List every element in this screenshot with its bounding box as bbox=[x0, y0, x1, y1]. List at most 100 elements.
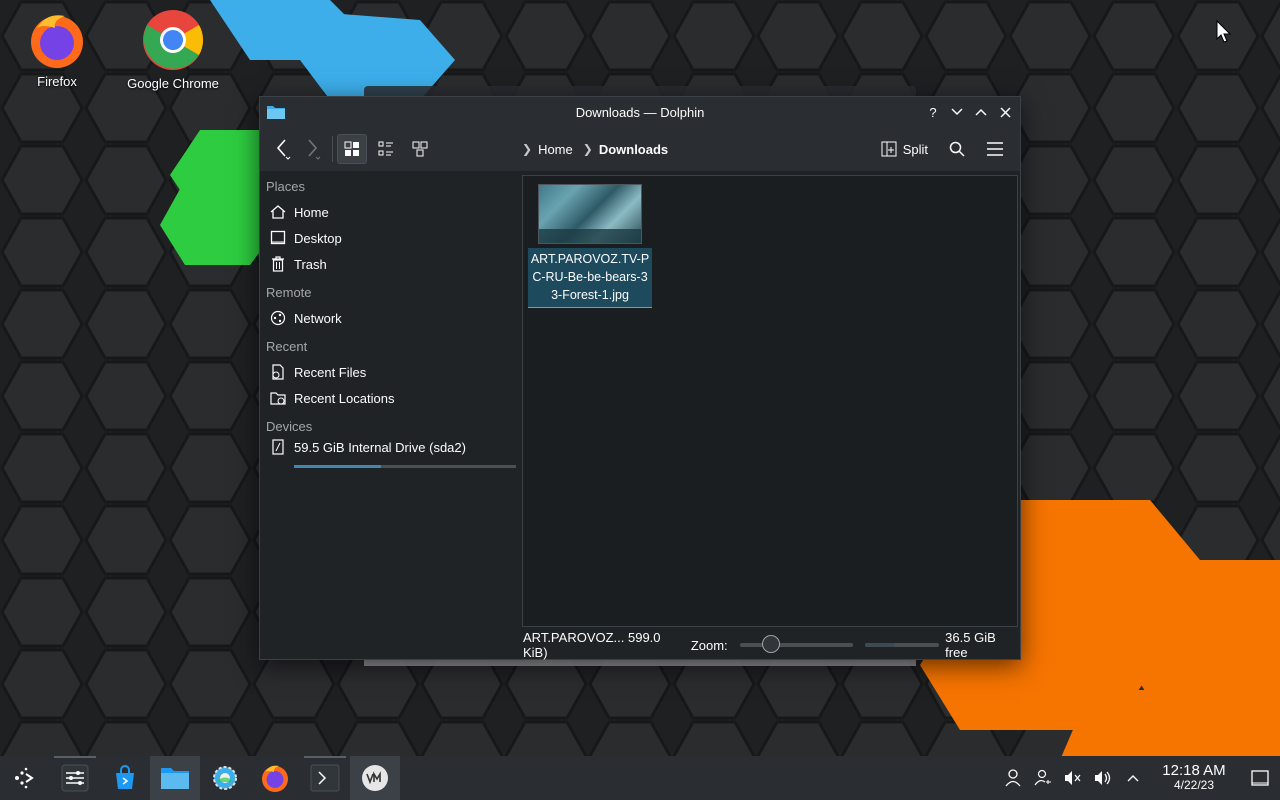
hamburger-menu-icon bbox=[987, 142, 1003, 156]
desktop-icon-firefox[interactable]: Firefox bbox=[2, 10, 112, 89]
chevron-right-icon bbox=[308, 139, 321, 160]
forward-button[interactable] bbox=[298, 134, 328, 164]
split-icon bbox=[881, 141, 897, 157]
titlebar[interactable]: Downloads — Dolphin ? bbox=[260, 97, 1020, 127]
tray-audio-muted[interactable] bbox=[1058, 756, 1088, 800]
chevron-left-icon bbox=[276, 139, 291, 160]
close-icon bbox=[999, 106, 1011, 118]
show-desktop-button[interactable] bbox=[1240, 756, 1280, 800]
vm-icon bbox=[362, 765, 388, 791]
places-item-label: Recent Locations bbox=[294, 390, 395, 406]
places-item-trash[interactable]: Trash bbox=[266, 251, 516, 277]
tray-volume[interactable] bbox=[1088, 756, 1118, 800]
taskbar-firefox[interactable] bbox=[250, 756, 300, 800]
drive-usage-bar bbox=[294, 465, 516, 468]
recent-locations-icon bbox=[270, 392, 286, 405]
tray-user-switch[interactable] bbox=[1028, 756, 1058, 800]
system-tray: 12:18 AM 4/22/23 bbox=[998, 756, 1280, 800]
minimize-button[interactable] bbox=[946, 101, 968, 123]
places-item-recent-locations[interactable]: Recent Locations bbox=[266, 385, 516, 411]
selection-info: ART.PAROVOZ... 599.0 KiB) bbox=[523, 630, 661, 660]
firefox-icon bbox=[31, 15, 83, 68]
zoom-label: Zoom: bbox=[690, 637, 728, 653]
places-item-home[interactable]: Home bbox=[266, 199, 516, 225]
places-section-title: Remote bbox=[266, 285, 312, 300]
application-launcher-icon bbox=[15, 767, 34, 789]
maximize-button[interactable] bbox=[970, 101, 992, 123]
free-space-bar bbox=[864, 643, 940, 647]
places-section-title: Places bbox=[266, 179, 306, 194]
clock[interactable]: 12:18 AM 4/22/23 bbox=[1154, 763, 1234, 793]
taskbar-dolphin[interactable] bbox=[150, 756, 200, 800]
taskbar-discover[interactable] bbox=[100, 756, 150, 800]
tray-expand-icon bbox=[1127, 775, 1139, 782]
firefox-icon bbox=[262, 765, 288, 792]
taskbar-konsole[interactable] bbox=[300, 756, 350, 800]
taskbar-vm[interactable] bbox=[350, 756, 400, 800]
discover-store-icon bbox=[116, 765, 134, 789]
places-section-title: Recent bbox=[266, 339, 308, 354]
places-panel: Places Home Desktop Trash Remote Network… bbox=[260, 171, 522, 631]
places-item-recent-files[interactable]: Recent Files bbox=[266, 359, 516, 385]
places-item-desktop[interactable]: Desktop bbox=[266, 225, 516, 251]
drive-icon bbox=[272, 439, 284, 455]
zoom-slider[interactable] bbox=[739, 635, 853, 653]
taskbar-system-settings[interactable] bbox=[50, 756, 100, 800]
details-view-button[interactable] bbox=[405, 134, 435, 164]
dolphin-window: Downloads — Dolphin ? ❯ Home ❯ Downloads… bbox=[259, 96, 1021, 660]
search-button[interactable] bbox=[942, 134, 972, 164]
places-item-label: Desktop bbox=[294, 230, 342, 246]
file-item[interactable]: ART.PAROVOZ.TV-PC-RU-Be-be-bears-33-Fore… bbox=[528, 184, 652, 308]
back-button[interactable] bbox=[268, 134, 298, 164]
split-label: Split bbox=[902, 141, 928, 157]
breadcrumb-item-home[interactable]: Home bbox=[538, 142, 573, 157]
home-icon bbox=[270, 205, 286, 219]
file-thumbnail bbox=[538, 184, 642, 244]
tray-user[interactable] bbox=[998, 756, 1028, 800]
places-item-internal-drive[interactable]: 59.5 GiB Internal Drive (sda2) bbox=[266, 439, 516, 469]
folder-icon bbox=[267, 106, 285, 119]
places-item-label: 59.5 GiB Internal Drive (sda2) bbox=[294, 439, 466, 455]
taskbar: 12:18 AM 4/22/23 bbox=[0, 756, 1280, 800]
icons-view-icon bbox=[344, 141, 359, 156]
tray-expand-button[interactable] bbox=[1118, 756, 1148, 800]
window-title: Downloads — Dolphin bbox=[575, 104, 705, 120]
application-launcher-button[interactable] bbox=[0, 756, 50, 800]
compact-view-icon bbox=[378, 141, 393, 156]
network-icon bbox=[270, 310, 286, 326]
icons-view-button[interactable] bbox=[337, 134, 367, 164]
help-button[interactable]: ? bbox=[922, 101, 944, 123]
desktop-icon-chrome[interactable]: Google Chrome bbox=[118, 8, 228, 91]
close-button[interactable] bbox=[994, 101, 1016, 123]
split-button[interactable]: Split bbox=[875, 134, 934, 164]
show-desktop-icon bbox=[1251, 770, 1269, 786]
settings-gear-icon bbox=[213, 766, 237, 790]
chrome-icon bbox=[143, 10, 204, 70]
maximize-icon bbox=[975, 108, 987, 116]
zoom-slider-handle[interactable] bbox=[761, 635, 780, 653]
desktop-icon-label: Firefox bbox=[37, 74, 77, 89]
desktop-icon bbox=[270, 230, 286, 245]
recent-files-icon bbox=[272, 364, 284, 380]
taskbar-settings[interactable] bbox=[200, 756, 250, 800]
search-icon bbox=[949, 141, 965, 157]
compact-view-button[interactable] bbox=[371, 134, 401, 164]
system-settings-icon bbox=[61, 764, 89, 792]
dolphin-icon bbox=[161, 768, 189, 789]
user-switch-icon bbox=[1034, 769, 1051, 786]
statusbar: ART.PAROVOZ... 599.0 KiB) Zoom: 36.5 GiB… bbox=[260, 630, 1020, 660]
clock-time: 12:18 AM bbox=[1162, 762, 1226, 779]
file-view[interactable]: ART.PAROVOZ.TV-PC-RU-Be-be-bears-33-Fore… bbox=[522, 175, 1018, 627]
toolbar: ❯ Home ❯ Downloads Split bbox=[260, 127, 1020, 171]
clock-date: 4/22/23 bbox=[1173, 778, 1215, 792]
audio-muted-icon bbox=[1065, 771, 1081, 785]
breadcrumb-item-downloads[interactable]: Downloads bbox=[599, 142, 668, 157]
breadcrumb-chevron-icon[interactable]: ❯ bbox=[583, 142, 593, 156]
breadcrumb-chevron-icon[interactable]: ❯ bbox=[522, 142, 532, 156]
places-item-network[interactable]: Network bbox=[266, 305, 516, 331]
hamburger-menu-button[interactable] bbox=[980, 134, 1010, 164]
trash-icon bbox=[272, 256, 284, 272]
places-section-title: Devices bbox=[266, 419, 313, 434]
minimize-icon bbox=[951, 108, 963, 116]
file-name: ART.PAROVOZ.TV-PC-RU-Be-be-bears-33-Fore… bbox=[528, 248, 652, 308]
